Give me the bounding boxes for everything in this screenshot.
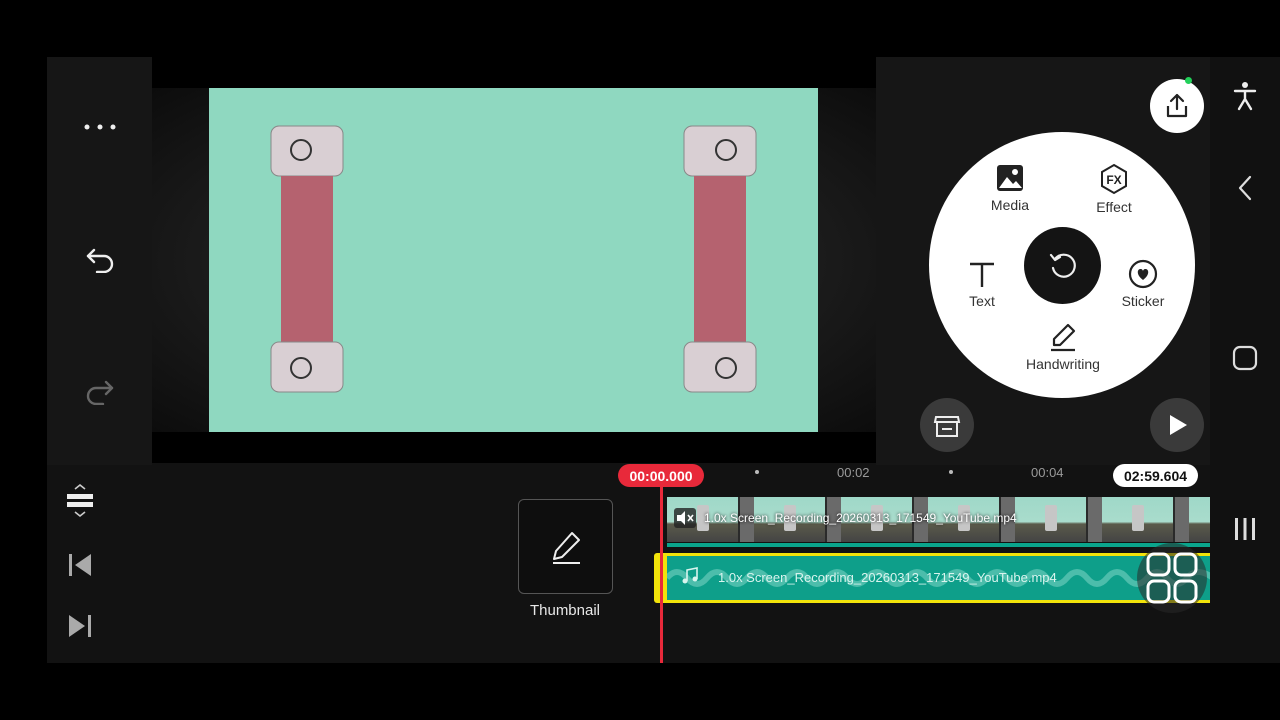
- skip-end-icon: [68, 615, 91, 637]
- more-horizontal-icon: [84, 124, 115, 130]
- text-button[interactable]: Text: [960, 259, 1004, 309]
- store-icon: [933, 416, 961, 437]
- recents-icon: [1235, 518, 1255, 540]
- back-chevron-icon: [1238, 175, 1252, 201]
- export-button[interactable]: [1150, 79, 1204, 133]
- text-label: Text: [969, 293, 995, 309]
- sticker-icon: [1128, 259, 1158, 289]
- media-icon: [997, 165, 1023, 191]
- share-export-icon: [1166, 93, 1188, 118]
- thumbnail-button[interactable]: [518, 499, 613, 594]
- play-icon: [1170, 415, 1187, 435]
- music-note-icon: [682, 567, 698, 584]
- undo-button[interactable]: [47, 240, 152, 280]
- clip-frame: [1015, 497, 1088, 542]
- expand-collapse-icon: [66, 484, 93, 518]
- video-preview[interactable]: [152, 57, 876, 463]
- handwriting-button[interactable]: Handwriting: [1020, 322, 1106, 372]
- rotate-icon: [1049, 253, 1076, 278]
- clip-frame: [1102, 497, 1175, 542]
- tick-label-0: 00:02: [837, 465, 870, 480]
- notification-dot: [1185, 77, 1192, 84]
- fx-icon: FX: [1101, 163, 1127, 195]
- recents-button[interactable]: [1218, 509, 1272, 549]
- playhead[interactable]: [660, 487, 663, 663]
- redo-button[interactable]: [47, 372, 152, 412]
- skip-start-icon: [68, 554, 91, 576]
- accessibility-button[interactable]: [1218, 76, 1272, 116]
- audio-clip-label: 1.0x Screen_Recording_20260313_171549_Yo…: [718, 570, 1057, 585]
- grid-icon: [1146, 552, 1198, 604]
- undo-icon: [86, 248, 113, 273]
- home-button[interactable]: [1218, 338, 1272, 378]
- sticker-label: Sticker: [1121, 293, 1165, 309]
- text-icon: [970, 262, 994, 287]
- media-button[interactable]: Media: [985, 163, 1035, 213]
- effect-label: Effect: [1096, 199, 1132, 215]
- layout-grid-button[interactable]: [1137, 543, 1207, 613]
- svg-text:FX: FX: [1106, 173, 1121, 187]
- media-label: Media: [990, 197, 1030, 213]
- thumbnail-label: Thumbnail: [529, 602, 601, 619]
- total-duration-badge: 02:59.604: [1113, 464, 1198, 487]
- back-button[interactable]: [1218, 168, 1272, 208]
- jump-to-end-button[interactable]: [47, 606, 112, 646]
- tick-dot: [949, 470, 953, 474]
- more-button[interactable]: [47, 107, 152, 147]
- effect-button[interactable]: FX Effect: [1089, 163, 1139, 215]
- store-button[interactable]: [920, 398, 974, 452]
- video-clip-label: 1.0x Screen_Recording_20260313_171549_Yo…: [704, 511, 1017, 525]
- pillar-left-image: [270, 125, 344, 393]
- handwriting-icon: [1051, 323, 1076, 352]
- tick-label-1: 00:04: [1031, 465, 1064, 480]
- clip-frame: [1189, 497, 1210, 542]
- sticker-button[interactable]: Sticker: [1117, 259, 1169, 309]
- tick-dot: [755, 470, 759, 474]
- muted-speaker-icon: [674, 508, 696, 528]
- accessibility-icon: [1233, 82, 1257, 111]
- redo-icon: [86, 380, 113, 405]
- clip-separator: [667, 543, 1210, 547]
- handwriting-label: Handwriting: [1026, 356, 1100, 372]
- current-time-badge: 00:00.000: [618, 464, 704, 487]
- home-icon: [1232, 345, 1258, 371]
- pillar-right-image: [683, 125, 757, 393]
- jump-to-start-button[interactable]: [47, 545, 112, 585]
- video-frame: [209, 88, 818, 432]
- play-button[interactable]: [1150, 398, 1204, 452]
- track-height-button[interactable]: [47, 481, 112, 521]
- wheel-center-button[interactable]: [1024, 227, 1101, 304]
- pencil-icon: [552, 531, 580, 564]
